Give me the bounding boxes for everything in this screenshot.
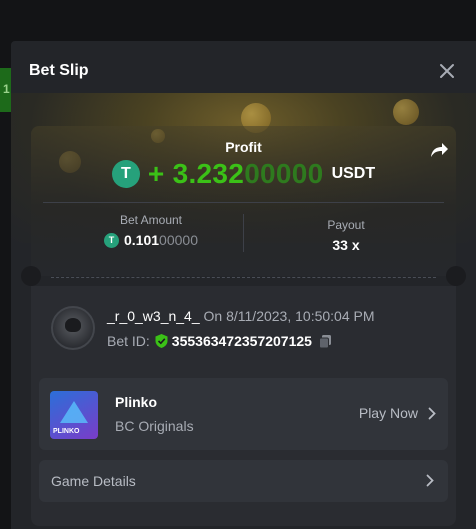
payout-value: 33 x bbox=[332, 237, 360, 253]
game-name: Plinko bbox=[115, 394, 158, 410]
modal-title: Bet Slip bbox=[29, 62, 89, 79]
avatar[interactable] bbox=[51, 306, 95, 350]
bet-id-label: Bet ID: bbox=[107, 333, 150, 349]
chevron-right-icon bbox=[428, 407, 436, 419]
game-thumbnail: PLINKO bbox=[50, 391, 98, 439]
copy-icon[interactable] bbox=[318, 334, 333, 349]
game-row[interactable]: PLINKO Plinko BC Originals Play Now bbox=[39, 378, 448, 450]
ticket-notch-left bbox=[21, 266, 41, 286]
profit-label: Profit bbox=[225, 139, 262, 155]
divider bbox=[243, 214, 244, 252]
tether-icon: T bbox=[104, 232, 119, 248]
payout-block: Payout 33 x bbox=[276, 218, 416, 253]
bet-date: On 8/11/2023, 10:50:04 PM bbox=[203, 308, 375, 324]
user-line: _r_0_w3_n_4_ On 8/11/2023, 10:50:04 PM bbox=[107, 308, 375, 324]
username[interactable]: _r_0_w3_n_4_ bbox=[107, 308, 200, 324]
bet-amount-bright: 0.101 bbox=[124, 232, 160, 248]
user-info: _r_0_w3_n_4_ On 8/11/2023, 10:50:04 PM B… bbox=[107, 308, 375, 350]
user-row: _r_0_w3_n_4_ On 8/11/2023, 10:50:04 PM B… bbox=[51, 306, 375, 350]
game-thumbnail-text: PLINKO bbox=[53, 428, 80, 435]
game-provider: BC Originals bbox=[115, 418, 194, 434]
ticket-notch-right bbox=[446, 266, 466, 286]
ticket-perforation bbox=[51, 277, 436, 278]
close-icon[interactable] bbox=[438, 62, 456, 80]
tether-icon: T bbox=[111, 160, 140, 188]
decorative-coin bbox=[393, 99, 419, 125]
bet-id-line: Bet ID: 355363472357207125 bbox=[107, 333, 375, 349]
payout-label: Payout bbox=[327, 218, 365, 232]
play-now-label: Play Now bbox=[358, 405, 418, 421]
backdrop-strip-text: 1 bbox=[3, 82, 10, 96]
profit-card: Profit T + 3.23200000 USDT Bet Amount T … bbox=[31, 126, 456, 276]
plinko-pyramid-icon bbox=[60, 401, 88, 423]
divider bbox=[43, 202, 444, 203]
bet-amount-dim: 00000 bbox=[159, 232, 198, 248]
profit-amount-bright: 3.232 bbox=[172, 158, 245, 189]
profit-amount-dim: 00000 bbox=[244, 158, 324, 189]
bet-details-card: _r_0_w3_n_4_ On 8/11/2023, 10:50:04 PM B… bbox=[31, 286, 456, 526]
bet-amount-block: Bet Amount T 0.10100000 bbox=[86, 213, 216, 248]
profit-sign: + bbox=[147, 158, 165, 189]
play-now-button[interactable]: Play Now bbox=[359, 405, 436, 421]
bet-id-value: 355363472357207125 bbox=[171, 333, 312, 349]
bet-slip-modal: Bet Slip Profit T + 3.23200000 USDT Bet … bbox=[11, 41, 476, 529]
shield-check-icon bbox=[155, 334, 168, 348]
bet-amount-label: Bet Amount bbox=[119, 213, 183, 227]
game-details-label: Game Details bbox=[51, 473, 136, 489]
modal-header: Bet Slip bbox=[11, 41, 476, 101]
backdrop-strip: 1 bbox=[0, 68, 11, 112]
bet-amount-value: T 0.10100000 bbox=[86, 232, 216, 248]
share-icon[interactable] bbox=[428, 139, 450, 161]
game-details-row[interactable]: Game Details bbox=[39, 460, 448, 502]
profit-row: T + 3.23200000 USDT bbox=[31, 158, 456, 190]
profit-currency: USDT bbox=[331, 165, 376, 182]
profit-amount: + 3.23200000 bbox=[148, 158, 324, 190]
chevron-right-icon bbox=[426, 474, 434, 487]
